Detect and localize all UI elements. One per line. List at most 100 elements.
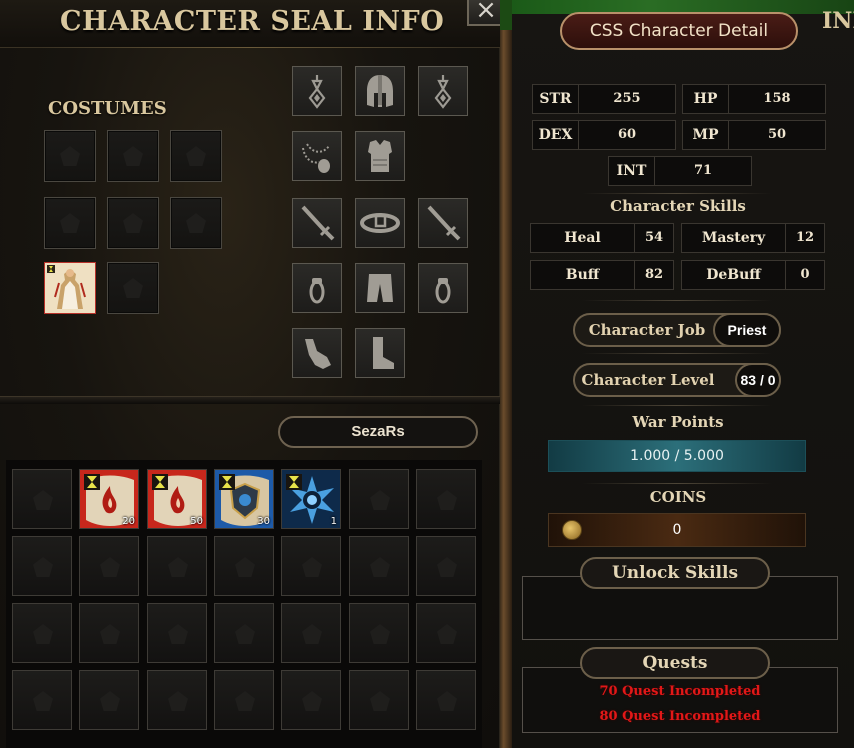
empty-slot-icon	[100, 691, 120, 711]
costume-slot[interactable]	[107, 130, 159, 182]
inventory-slot[interactable]	[349, 603, 409, 663]
inventory-slot[interactable]	[349, 469, 409, 529]
costume-slot[interactable]	[107, 197, 159, 249]
panel-divider	[0, 396, 500, 404]
inventory-item[interactable]: 1	[281, 469, 341, 529]
costume-slot[interactable]	[44, 130, 96, 182]
glove-slot[interactable]	[292, 328, 342, 378]
helmet-icon	[367, 75, 393, 107]
skills-title: Character Skills	[610, 197, 746, 215]
empty-slot-icon	[370, 557, 390, 577]
job-label: Character Job	[588, 321, 706, 339]
inventory-slot[interactable]	[214, 670, 274, 730]
empty-slot-icon	[302, 691, 322, 711]
empty-slot-icon	[235, 624, 255, 644]
unlock-skills-button[interactable]: Unlock Skills	[580, 557, 770, 589]
window-title: CHARACTER SEAL INFO	[60, 6, 445, 37]
section-divider	[582, 483, 772, 484]
inventory-slot[interactable]	[12, 469, 72, 529]
weapon-left-slot[interactable]	[292, 198, 342, 248]
empty-slot-icon	[100, 557, 120, 577]
inventory-slot[interactable]	[79, 670, 139, 730]
coins-bar: 0	[548, 513, 806, 547]
inventory-slot[interactable]	[12, 670, 72, 730]
inventory-slot[interactable]	[416, 670, 476, 730]
hourglass-icon	[219, 474, 235, 490]
inventory-slot[interactable]	[147, 670, 207, 730]
inventory-slot[interactable]	[147, 603, 207, 663]
skill-value: 82	[644, 267, 664, 282]
stat-str: STR 255	[532, 84, 676, 114]
inventory-item[interactable]: 50	[147, 469, 207, 529]
inventory-slot[interactable]	[416, 536, 476, 596]
inventory-slot[interactable]	[12, 536, 72, 596]
inventory-item[interactable]: 20	[79, 469, 139, 529]
costume-slot[interactable]	[170, 130, 222, 182]
background-strip	[500, 0, 512, 748]
skill-debuff: DeBuff 0	[681, 260, 825, 290]
inventory-item[interactable]: 30	[214, 469, 274, 529]
earring-right-slot[interactable]	[418, 66, 468, 116]
inventory-slot[interactable]	[79, 536, 139, 596]
inventory-slot[interactable]	[79, 603, 139, 663]
stat-label: INT	[609, 157, 655, 185]
item-count: 50	[190, 516, 203, 527]
skill-label: Mastery	[682, 224, 786, 252]
level-value: 83 / 0	[735, 363, 781, 397]
ring-left-slot[interactable]	[292, 263, 342, 313]
necklace-slot[interactable]	[292, 131, 342, 181]
seal-title-bar: CHARACTER SEAL INFO	[0, 0, 500, 48]
quest-status: 70 Quest Incompleted	[599, 684, 761, 699]
skill-buff: Buff 82	[530, 260, 674, 290]
inventory-slot[interactable]	[416, 603, 476, 663]
inventory-slot[interactable]	[281, 536, 341, 596]
stat-mp: MP 50	[682, 120, 826, 150]
empty-slot-icon	[100, 624, 120, 644]
inventory-slot[interactable]	[281, 670, 341, 730]
section-divider	[582, 193, 772, 194]
costume-slot[interactable]	[44, 197, 96, 249]
stat-value: 158	[763, 91, 791, 106]
character-level: Character Level 83 / 0	[573, 363, 781, 397]
ring-icon	[435, 278, 451, 304]
costume-slot[interactable]	[170, 197, 222, 249]
inventory-slot[interactable]	[281, 603, 341, 663]
boot-icon	[373, 337, 394, 369]
stat-value: 71	[693, 163, 713, 178]
inventory-slot[interactable]	[349, 670, 409, 730]
pants-icon	[367, 274, 393, 302]
empty-slot-icon	[437, 557, 457, 577]
belt-slot[interactable]	[355, 198, 405, 248]
section-divider	[582, 405, 772, 406]
priest-costume-icon	[45, 263, 95, 313]
stat-dex: DEX 60	[532, 120, 676, 150]
level-label: Character Level	[581, 371, 715, 389]
weapon-right-slot[interactable]	[418, 198, 468, 248]
pants-slot[interactable]	[355, 263, 405, 313]
skill-label: Heal	[531, 224, 635, 252]
costume-slot[interactable]	[107, 262, 159, 314]
hourglass-icon	[286, 474, 302, 490]
hourglass-icon	[152, 474, 168, 490]
inventory-slot[interactable]	[214, 536, 274, 596]
stat-label: STR	[533, 85, 579, 113]
earring-left-slot[interactable]	[292, 66, 342, 116]
inventory-slot[interactable]	[349, 536, 409, 596]
hourglass-icon	[84, 474, 100, 490]
armor-slot[interactable]	[355, 131, 405, 181]
quests-button[interactable]: Quests	[580, 647, 770, 679]
costume-dress-item[interactable]	[44, 262, 96, 314]
inventory-slot[interactable]	[416, 469, 476, 529]
glove-icon	[305, 339, 331, 369]
stat-int: INT 71	[608, 156, 752, 186]
inventory-slot[interactable]	[12, 603, 72, 663]
empty-slot-icon	[302, 624, 322, 644]
helmet-slot[interactable]	[355, 66, 405, 116]
boot-slot[interactable]	[355, 328, 405, 378]
inventory-slot[interactable]	[147, 536, 207, 596]
inventory-slot[interactable]	[214, 603, 274, 663]
quest-status: 80 Quest Incompleted	[599, 709, 761, 724]
skill-value: 54	[644, 230, 664, 245]
ring-right-slot[interactable]	[418, 263, 468, 313]
necklace-icon	[302, 143, 330, 173]
